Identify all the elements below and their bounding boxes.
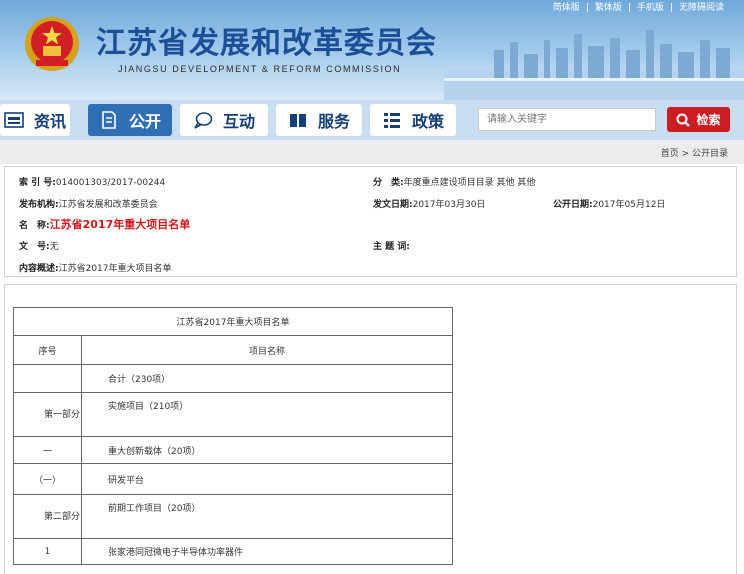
table-caption: 江苏省2017年重大项目名单 [13,307,453,336]
list-icon [383,113,400,128]
breadcrumb[interactable]: 首页 > 公开目录 [661,146,728,159]
main-nav: 资讯 公开 互动 服务 政策 检索 [0,100,744,140]
doc-number-field: 文 号:无 [19,239,59,252]
document-icon [102,111,116,129]
column-header-name: 项目名称 [81,335,453,365]
link-accessibility[interactable]: 无障碍阅读 [679,3,724,13]
public-date-field: 公开日期:2017年05月12日 [553,197,665,210]
nav-public[interactable]: 公开 [88,104,172,136]
link-simplified[interactable]: 简体版 [553,3,580,13]
document-title: 江苏省2017年重大项目名单 [49,218,191,231]
row-number: （一） [13,463,82,495]
site-header: 简体版 | 繁体版 | 手机版 | 无障碍阅读 江苏省发展和改革委员会 JIANGSU DE… [0,0,744,100]
breadcrumb-bar: 首页 > 公开目录 [0,140,744,164]
table-row: （一） 研发平台 [13,463,453,495]
row-number: 1 [13,538,82,565]
row-name: 重大创新载体（20项） [81,436,453,464]
search-button[interactable]: 检索 [667,107,730,132]
row-number: 第一部分 [13,392,82,437]
issue-date-value: 2017年03月30日 [412,200,486,210]
nav-news[interactable]: 资讯 [0,104,70,136]
nav-news-label: 资讯 [33,112,66,131]
name-label: 名 称: [19,221,50,231]
summary-field: 内容概述:江苏省2017年重大项目名单 [19,261,172,274]
publisher-label: 发布机构: [19,200,59,210]
search-icon [676,113,691,127]
table-row: 第二部分 前期工作项目（20项） [13,494,453,539]
row-name: 实施项目（210项） [81,392,453,437]
category-label: 分 类: [373,178,404,188]
row-number: 一 [13,436,82,464]
publisher-value: 江苏省发展和改革委员会 [58,200,158,210]
book-icon [289,114,306,127]
row-number: 第二部分 [13,494,82,539]
nav-interact-label: 互动 [222,112,255,131]
public-date-value: 2017年05月12日 [592,200,666,210]
document-info-panel: 索 引 号:014001303/2017-00244 分 类:年度重点建设项目目… [4,166,737,277]
summary-label: 内容概述: [19,264,59,274]
nav-public-label: 公开 [128,112,161,131]
public-date-label: 公开日期: [553,200,593,210]
category-value: 年度重点建设项目目录 其他 其他 [403,178,536,188]
keywords-field: 主 题 词: [373,239,410,252]
row-name: 合计（230项） [81,364,453,393]
chat-icon [194,112,213,129]
document-content: 江苏省2017年重大项目名单 序号 项目名称 合计（230项） 第一部分 实施项… [4,284,737,574]
table-row: 1 张家港同冠微电子半导体功率器件 [13,538,453,565]
index-number-field: 索 引 号:014001303/2017-00244 [19,175,165,188]
site-title[interactable]: 江苏省发展和改革委员会 [96,18,437,62]
nav-policy-label: 政策 [411,112,444,131]
link-mobile[interactable]: 手机版 [637,3,664,13]
summary-value: 江苏省2017年重大项目名单 [58,264,172,274]
issue-date-field: 发文日期:2017年03月30日 [373,197,485,210]
search-button-label: 检索 [696,113,721,127]
link-traditional[interactable]: 繁体版 [595,3,622,13]
row-name: 张家港同冠微电子半导体功率器件 [81,538,453,565]
publisher-field: 发布机构:江苏省发展和改革委员会 [19,197,158,210]
city-skyline-image [444,30,744,100]
news-icon [4,112,24,128]
issue-date-label: 发文日期: [373,200,413,210]
nav-service[interactable]: 服务 [276,104,362,136]
table-row: 第一部分 实施项目（210项） [13,392,453,437]
doc-number-label: 文 号: [19,242,50,252]
row-number [13,364,82,393]
keywords-label: 主 题 词: [373,242,410,252]
nav-interact[interactable]: 互动 [180,104,268,136]
site-subtitle: JIANGSU DEVELOPMENT & REFORM COMMISSION [118,64,402,74]
national-emblem-logo[interactable] [22,14,82,74]
table-row: 合计（230项） [13,364,453,393]
column-header-number: 序号 [13,335,82,365]
doc-number-value: 无 [49,242,59,252]
row-name: 前期工作项目（20项） [81,494,453,539]
nav-policy[interactable]: 政策 [370,104,456,136]
row-name: 研发平台 [81,463,453,495]
top-links: 简体版 | 繁体版 | 手机版 | 无障碍阅读 [552,3,724,13]
name-field: 名 称:江苏省2017年重大项目名单 [19,216,190,232]
category-field: 分 类:年度重点建设项目目录 其他 其他 [373,175,535,188]
search-input[interactable] [478,108,656,131]
index-number-label: 索 引 号: [19,178,56,188]
table-row: 一 重大创新载体（20项） [13,436,453,464]
project-table: 江苏省2017年重大项目名单 序号 项目名称 合计（230项） 第一部分 实施项… [13,307,453,565]
index-number-value: 014001303/2017-00244 [55,178,166,188]
nav-service-label: 服务 [317,112,350,131]
